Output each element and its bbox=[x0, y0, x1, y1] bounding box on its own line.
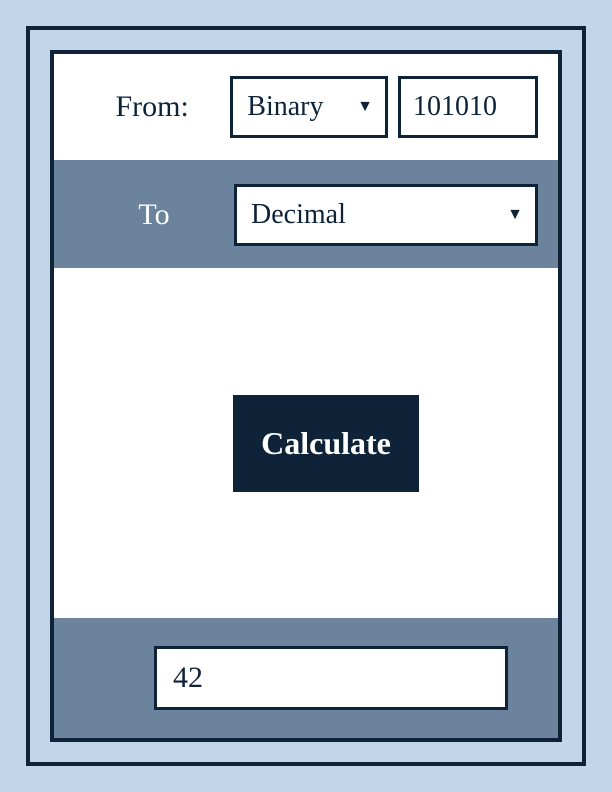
from-label: From: bbox=[74, 90, 230, 124]
chevron-down-icon: ▼ bbox=[507, 206, 523, 224]
action-row: Calculate bbox=[54, 268, 558, 618]
to-label: To bbox=[74, 198, 234, 232]
calculate-button[interactable]: Calculate bbox=[233, 395, 419, 492]
from-select-value: Binary bbox=[247, 91, 323, 123]
from-select[interactable]: Binary ▼ bbox=[230, 76, 388, 138]
converter-inner: From: Binary ▼ To Decimal ▼ Calculate 42 bbox=[50, 50, 562, 742]
to-select[interactable]: Decimal ▼ bbox=[234, 184, 538, 246]
from-value-input[interactable] bbox=[398, 76, 538, 138]
chevron-down-icon: ▼ bbox=[357, 98, 373, 116]
from-row: From: Binary ▼ bbox=[54, 54, 558, 162]
converter-panel: From: Binary ▼ To Decimal ▼ Calculate 42 bbox=[26, 26, 586, 766]
to-row: To Decimal ▼ bbox=[54, 162, 558, 268]
result-row: 42 bbox=[54, 618, 558, 738]
to-select-value: Decimal bbox=[251, 199, 346, 231]
result-value: 42 bbox=[173, 661, 203, 695]
result-output: 42 bbox=[154, 646, 508, 710]
